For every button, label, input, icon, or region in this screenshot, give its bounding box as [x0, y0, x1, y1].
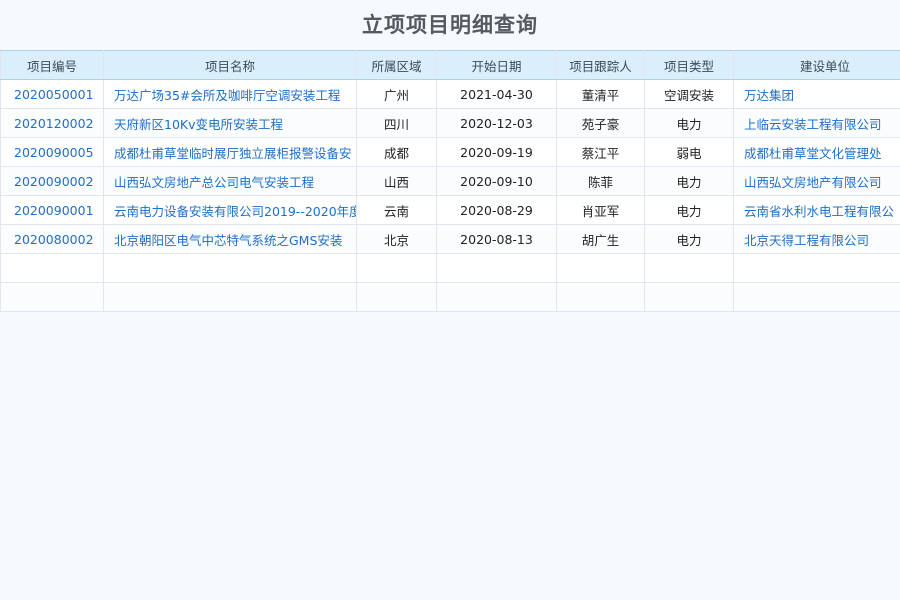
region-cell: 成都 [356, 137, 437, 167]
construction-unit-link[interactable]: 万达集团 [733, 79, 900, 109]
start-date-cell: 2020-08-13 [436, 224, 557, 254]
start-date-cell: 2020-08-29 [436, 195, 557, 225]
project-code-link[interactable]: 2020050001 [0, 79, 104, 109]
empty-cell [0, 282, 104, 312]
empty-cell [0, 253, 104, 283]
project-type-cell: 电力 [644, 224, 734, 254]
empty-row [0, 282, 900, 312]
header-project-type[interactable]: 项目类型 [644, 50, 734, 80]
tracker-cell: 苑子豪 [556, 108, 645, 138]
header-region[interactable]: 所属区域 [356, 50, 437, 80]
project-type-cell: 电力 [644, 166, 734, 196]
tracker-cell: 董清平 [556, 79, 645, 109]
project-code-link[interactable]: 2020080002 [0, 224, 104, 254]
project-name-link[interactable]: 山西弘文房地产总公司电气安装工程 [103, 166, 357, 196]
region-cell: 广州 [356, 79, 437, 109]
construction-unit-link[interactable]: 山西弘文房地产有限公司 [733, 166, 900, 196]
empty-cell [644, 253, 734, 283]
empty-cell [733, 282, 900, 312]
project-table: 项目编号 项目名称 所属区域 开始日期 项目跟踪人 项目类型 建设单位 2020… [0, 50, 900, 312]
header-project-code[interactable]: 项目编号 [0, 50, 104, 80]
project-type-cell: 弱电 [644, 137, 734, 167]
page-title: 立项项目明细查询 [362, 13, 538, 37]
tracker-cell: 蔡江平 [556, 137, 645, 167]
construction-unit-link[interactable]: 云南省水利水电工程有限公 [733, 195, 900, 225]
table-row[interactable]: 2020090005 成都杜甫草堂临时展厅独立展柜报警设备安 成都 2020-0… [0, 137, 900, 167]
project-name-link[interactable]: 云南电力设备安装有限公司2019--2020年度 [103, 195, 357, 225]
start-date-cell: 2020-09-19 [436, 137, 557, 167]
empty-row [0, 253, 900, 283]
header-tracker[interactable]: 项目跟踪人 [556, 50, 645, 80]
region-cell: 北京 [356, 224, 437, 254]
construction-unit-link[interactable]: 成都杜甫草堂文化管理处 [733, 137, 900, 167]
region-cell: 云南 [356, 195, 437, 225]
table-row[interactable]: 2020120002 天府新区10Kv变电所安装工程 四川 2020-12-03… [0, 108, 900, 138]
table-row[interactable]: 2020090001 云南电力设备安装有限公司2019--2020年度 云南 2… [0, 195, 900, 225]
table-header-row: 项目编号 项目名称 所属区域 开始日期 项目跟踪人 项目类型 建设单位 [0, 50, 900, 80]
start-date-cell: 2021-04-30 [436, 79, 557, 109]
project-name-link[interactable]: 成都杜甫草堂临时展厅独立展柜报警设备安 [103, 137, 357, 167]
empty-cell [356, 253, 437, 283]
construction-unit-link[interactable]: 北京天得工程有限公司 [733, 224, 900, 254]
project-type-cell: 电力 [644, 108, 734, 138]
project-code-link[interactable]: 2020090002 [0, 166, 104, 196]
page: 立项项目明细查询 项目编号 项目名称 所属区域 开始日期 项目跟踪人 项目类型 … [0, 0, 900, 600]
project-code-link[interactable]: 2020090001 [0, 195, 104, 225]
table-row[interactable]: 2020090002 山西弘文房地产总公司电气安装工程 山西 2020-09-1… [0, 166, 900, 196]
header-start-date[interactable]: 开始日期 [436, 50, 557, 80]
header-project-name[interactable]: 项目名称 [103, 50, 357, 80]
project-name-link[interactable]: 万达广场35#会所及咖啡厅空调安装工程 [103, 79, 357, 109]
empty-cell [436, 282, 557, 312]
empty-cell [103, 253, 357, 283]
empty-cell [556, 282, 645, 312]
tracker-cell: 胡广生 [556, 224, 645, 254]
empty-cell [356, 282, 437, 312]
table-row[interactable]: 2020050001 万达广场35#会所及咖啡厅空调安装工程 广州 2021-0… [0, 79, 900, 109]
empty-cell [733, 253, 900, 283]
empty-cell [644, 282, 734, 312]
project-code-link[interactable]: 2020090005 [0, 137, 104, 167]
empty-cell [103, 282, 357, 312]
tracker-cell: 陈菲 [556, 166, 645, 196]
project-type-cell: 电力 [644, 195, 734, 225]
start-date-cell: 2020-09-10 [436, 166, 557, 196]
empty-cell [436, 253, 557, 283]
header-construction-unit[interactable]: 建设单位 [733, 50, 900, 80]
tracker-cell: 肖亚军 [556, 195, 645, 225]
construction-unit-link[interactable]: 上临云安装工程有限公司 [733, 108, 900, 138]
project-type-cell: 空调安装 [644, 79, 734, 109]
project-code-link[interactable]: 2020120002 [0, 108, 104, 138]
project-name-link[interactable]: 天府新区10Kv变电所安装工程 [103, 108, 357, 138]
table-row[interactable]: 2020080002 北京朝阳区电气中芯特气系统之GMS安装 北京 2020-0… [0, 224, 900, 254]
project-name-link[interactable]: 北京朝阳区电气中芯特气系统之GMS安装 [103, 224, 357, 254]
region-cell: 四川 [356, 108, 437, 138]
region-cell: 山西 [356, 166, 437, 196]
start-date-cell: 2020-12-03 [436, 108, 557, 138]
empty-cell [556, 253, 645, 283]
